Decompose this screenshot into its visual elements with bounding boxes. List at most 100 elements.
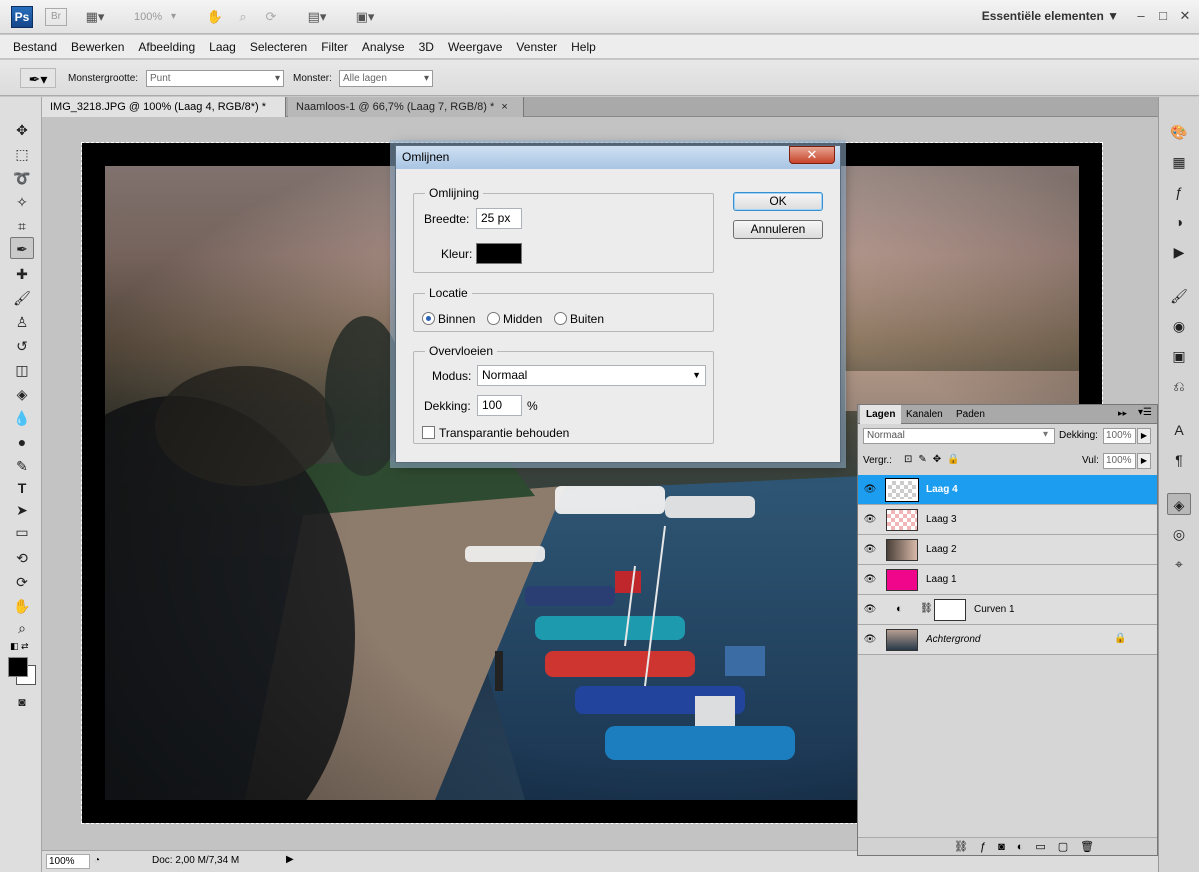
- magic-wand-tool-icon[interactable]: ✧: [10, 191, 34, 213]
- color-panel-icon[interactable]: 🎨: [1167, 121, 1191, 143]
- menu-analyse[interactable]: Analyse: [355, 35, 412, 58]
- mode-select[interactable]: Normaal ▼: [477, 365, 706, 386]
- hand-tool-icon[interactable]: ✋: [202, 7, 228, 27]
- menu-filter[interactable]: Filter: [314, 35, 355, 58]
- layer-row[interactable]: 👁 ◐ ⛓ Curven 1: [858, 595, 1157, 625]
- menu-selecteren[interactable]: Selecteren: [243, 35, 314, 58]
- layer-row[interactable]: 👁 Laag 4: [858, 475, 1157, 505]
- menu-help[interactable]: Help: [564, 35, 603, 58]
- radio-binnen-label[interactable]: Binnen: [438, 312, 475, 326]
- visibility-eye-icon[interactable]: 👁: [863, 603, 877, 617]
- opacity-slider-arrow-icon[interactable]: ▶: [1137, 428, 1151, 444]
- styles-panel-icon[interactable]: ƒ: [1167, 181, 1191, 203]
- mask-link-icon[interactable]: ⛓: [920, 603, 933, 614]
- layer-row[interactable]: 👁 Laag 3: [858, 505, 1157, 535]
- zoom-tool-icon[interactable]: ⌕: [230, 7, 256, 27]
- history-brush-tool-icon[interactable]: ↺: [10, 335, 34, 357]
- ok-button[interactable]: OK: [733, 192, 823, 211]
- history-panel-icon[interactable]: ⎌: [1167, 375, 1191, 397]
- layer-action-icons[interactable]: ⛓ƒ◙◐▭▢🗑: [954, 840, 1106, 853]
- radio-buiten[interactable]: [554, 312, 567, 325]
- visibility-eye-icon[interactable]: 👁: [863, 633, 877, 647]
- menu-weergave[interactable]: Weergave: [441, 35, 509, 58]
- rotate-view-icon[interactable]: ⟳: [258, 7, 284, 27]
- tab-img-3218[interactable]: IMG_3218.JPG @ 100% (Laag 4, RGB/8*) * ×: [42, 97, 286, 133]
- eyedropper-tool-icon[interactable]: ✒: [10, 237, 34, 259]
- visibility-eye-icon[interactable]: 👁: [863, 573, 877, 587]
- paint-bucket-tool-icon[interactable]: ◈: [10, 383, 34, 405]
- move-tool-icon[interactable]: ✥: [10, 119, 34, 141]
- panel-menu-icon[interactable]: ▾☰: [1138, 407, 1152, 418]
- quick-mask-icon[interactable]: ◙: [10, 691, 34, 713]
- status-menu-arrow-icon[interactable]: ▶: [286, 854, 294, 865]
- paths-panel-icon[interactable]: ⌖: [1167, 553, 1191, 575]
- collapse-panel-icon[interactable]: ▸▸: [1118, 408, 1127, 419]
- tab-kanalen[interactable]: Kanalen: [900, 405, 949, 424]
- menu-3d[interactable]: 3D: [412, 35, 441, 58]
- fill-field[interactable]: 100%: [1103, 453, 1136, 469]
- info-panel-icon[interactable]: ▣: [1167, 345, 1191, 367]
- radio-binnen[interactable]: [422, 312, 435, 325]
- clone-stamp-tool-icon[interactable]: ♙: [10, 311, 34, 333]
- type-tool-icon[interactable]: T: [10, 477, 34, 499]
- dialog-close-button[interactable]: ✕: [789, 146, 835, 164]
- visibility-eye-icon[interactable]: 👁: [863, 543, 877, 557]
- menu-bestand[interactable]: Bestand: [6, 35, 64, 58]
- 3d-rotate-tool-icon[interactable]: ⟲: [10, 547, 34, 569]
- foreground-color-swatch[interactable]: [8, 657, 28, 677]
- mode-dropdown-arrow-icon[interactable]: ▼: [692, 366, 701, 384]
- close-button[interactable]: ✕: [1174, 7, 1196, 25]
- preserve-transparency-checkbox[interactable]: [422, 426, 435, 439]
- menu-laag[interactable]: Laag: [202, 35, 243, 58]
- shape-tool-icon[interactable]: ▭: [10, 521, 34, 543]
- workspace-switcher[interactable]: Essentiële elementen ▼: [982, 9, 1119, 23]
- zoom-level-dropdown[interactable]: 100%: [134, 11, 162, 23]
- radio-buiten-label[interactable]: Buiten: [570, 312, 604, 326]
- layer-row[interactable]: 👁 Laag 1: [858, 565, 1157, 595]
- width-input[interactable]: 25 px: [476, 208, 522, 229]
- crop-tool-icon[interactable]: ⌗: [10, 215, 34, 237]
- character-panel-icon[interactable]: A: [1167, 419, 1191, 441]
- brushes-panel-icon[interactable]: 🖌: [1167, 285, 1191, 307]
- tool-preset-picker-eyedropper-icon[interactable]: ✒▾: [20, 68, 56, 88]
- dodge-tool-icon[interactable]: ●: [10, 431, 34, 453]
- path-selection-tool-icon[interactable]: ➤: [10, 499, 34, 521]
- zoom-tool-icon[interactable]: ⌕: [10, 617, 34, 639]
- screen-mode-icon[interactable]: ▣▾: [352, 7, 378, 27]
- tab-naamloos-1[interactable]: Naamloos-1 @ 66,7% (Laag 7, RGB/8) * ×: [288, 97, 524, 117]
- minimize-button[interactable]: –: [1130, 7, 1152, 25]
- paragraph-panel-icon[interactable]: ¶: [1167, 449, 1191, 471]
- brush-tool-icon[interactable]: 🖌: [10, 287, 34, 309]
- tab-close-icon[interactable]: ×: [501, 101, 507, 113]
- preserve-transparency-label[interactable]: Transparantie behouden: [439, 426, 569, 440]
- lock-icons[interactable]: ⊡✎✥🔒: [904, 454, 966, 465]
- opacity-input[interactable]: 100: [477, 395, 522, 416]
- marquee-tool-icon[interactable]: ⬚: [10, 143, 34, 165]
- menu-afbeelding[interactable]: Afbeelding: [131, 35, 202, 58]
- healing-brush-tool-icon[interactable]: ✚: [10, 263, 34, 285]
- layer-mask-thumbnail[interactable]: [934, 599, 966, 621]
- visibility-eye-icon[interactable]: 👁: [863, 483, 877, 497]
- radio-midden[interactable]: [487, 312, 500, 325]
- status-proof-icon[interactable]: ◔: [94, 855, 100, 866]
- pen-tool-icon[interactable]: ✎: [10, 455, 34, 477]
- layer-row[interactable]: 👁 Laag 2: [858, 535, 1157, 565]
- channels-panel-icon[interactable]: ◎: [1167, 523, 1191, 545]
- adjustments-panel-icon[interactable]: ◑: [1167, 211, 1191, 233]
- radio-midden-label[interactable]: Midden: [503, 312, 542, 326]
- lasso-tool-icon[interactable]: ➰: [10, 167, 34, 189]
- zoom-field[interactable]: 100%: [46, 854, 90, 869]
- fill-slider-arrow-icon[interactable]: ▶: [1137, 453, 1151, 469]
- sample-select[interactable]: Alle lagen: [339, 70, 433, 87]
- 3d-orbit-tool-icon[interactable]: ⟳: [10, 571, 34, 593]
- tab-lagen[interactable]: Lagen: [860, 405, 902, 424]
- arrange-documents-icon[interactable]: ▤▾: [304, 7, 330, 27]
- eraser-tool-icon[interactable]: ◫: [10, 359, 34, 381]
- menu-bewerken[interactable]: Bewerken: [64, 35, 131, 58]
- blend-dropdown-arrow-icon[interactable]: ▾: [1043, 429, 1048, 440]
- menu-venster[interactable]: Venster: [509, 35, 564, 58]
- tab-paden[interactable]: Paden: [950, 405, 991, 424]
- default-colors-icon[interactable]: ◧ ⇄: [10, 641, 29, 652]
- cancel-button[interactable]: Annuleren: [733, 220, 823, 239]
- swatches-panel-icon[interactable]: ▦: [1167, 151, 1191, 173]
